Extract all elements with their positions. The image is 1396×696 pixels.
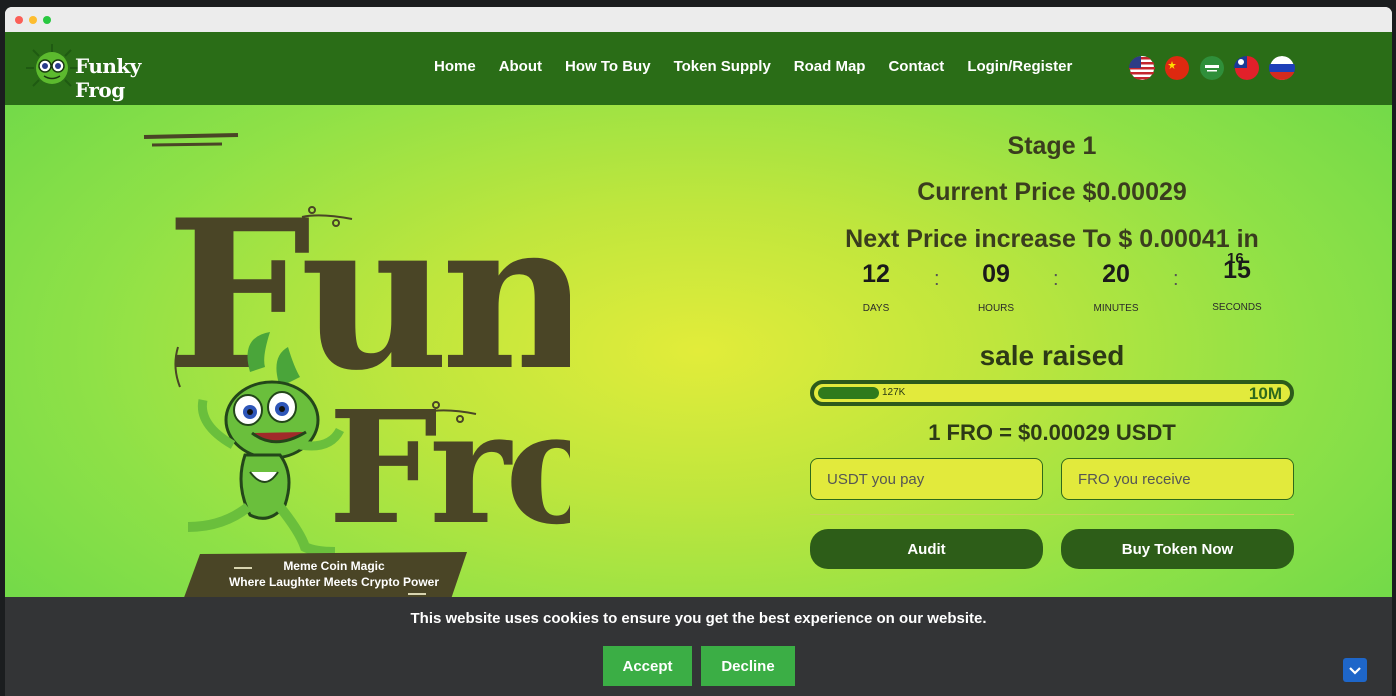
sale-progress-fill (818, 387, 879, 399)
panel-divider (810, 514, 1294, 515)
stage-label: Stage 1 (1007, 132, 1097, 160)
accept-cookies-button[interactable]: Accept (603, 646, 692, 686)
brand-name: Funky Frog (75, 54, 141, 102)
countdown-minutes: 20 MINUTES (1076, 260, 1156, 314)
countdown-seconds: 15 SECONDS (1197, 256, 1277, 313)
raised-amount: 127K (882, 387, 906, 398)
countdown-separator: : (1173, 268, 1179, 290)
target-amount: 10M (1248, 384, 1282, 403)
countdown-days-value: 12 (862, 260, 890, 288)
countdown-separator: : (934, 268, 940, 290)
china-flag-icon[interactable] (1164, 56, 1190, 80)
audit-button[interactable]: Audit (810, 529, 1043, 569)
browser-window: Funky Frog Home About How To Buy Token S… (5, 7, 1392, 696)
nav-token-supply[interactable]: Token Supply (674, 58, 771, 75)
russia-flag-icon[interactable] (1269, 56, 1295, 80)
banner-line-2: Where Laughter Meets Crypto Power (229, 575, 439, 589)
hero-title-frog: Frog (328, 376, 570, 559)
saudi-flag-icon[interactable] (1199, 56, 1225, 80)
us-flag-icon[interactable] (1129, 56, 1155, 80)
main-nav: Home About How To Buy Token Supply Road … (434, 58, 1095, 75)
cookie-message: This website uses cookies to ensure you … (410, 610, 987, 627)
chevron-down-icon (1349, 667, 1361, 675)
buy-token-button[interactable]: Buy Token Now (1061, 529, 1294, 569)
taiwan-flag-icon[interactable] (1234, 56, 1260, 80)
maximize-window-button[interactable] (43, 16, 51, 24)
countdown-seconds-value: 15 (1223, 256, 1251, 284)
nav-about[interactable]: About (499, 58, 542, 75)
presale-actions: Audit Buy Token Now (810, 529, 1294, 569)
countdown-hours-value: 09 (982, 260, 1010, 288)
nav-contact[interactable]: Contact (888, 58, 944, 75)
language-selector (1129, 56, 1295, 80)
nav-login-register[interactable]: Login/Register (967, 58, 1072, 75)
countdown-hours-label: HOURS (977, 303, 1015, 314)
countdown-separator: : (1053, 268, 1059, 290)
presale-panel: Stage 1 Current Price $0.00029 Next Pric… (810, 112, 1294, 569)
sale-progress-bar: 127K 10M (810, 380, 1294, 406)
navbar: Funky Frog Home About How To Buy Token S… (5, 32, 1392, 105)
purchase-inputs (810, 458, 1294, 500)
sale-raised-label: sale raised (979, 340, 1125, 371)
scroll-down-button[interactable] (1343, 658, 1367, 682)
countdown-minutes-value: 20 (1102, 260, 1130, 288)
usdt-pay-input[interactable] (810, 458, 1043, 500)
countdown-hours: 09 HOURS (956, 260, 1036, 314)
nav-home[interactable]: Home (434, 58, 476, 75)
countdown-timer: 12 DAYS : 09 HOURS : 20 MINUTES : 16 15 … (810, 250, 1294, 330)
nav-road-map[interactable]: Road Map (794, 58, 866, 75)
countdown-days-label: DAYS (862, 303, 890, 314)
exchange-rate: 1 FRO = $0.00029 USDT (928, 420, 1176, 445)
fro-receive-input[interactable] (1061, 458, 1294, 500)
next-price-label: Next Price increase To $ 0.00041 in (845, 225, 1259, 253)
decline-cookies-button[interactable]: Decline (701, 646, 795, 686)
minimize-window-button[interactable] (29, 16, 37, 24)
current-price: Current Price $0.00029 (917, 178, 1187, 206)
funky-frog-illustration: Funky Frog (143, 133, 849, 603)
website-page: Funky Frog Home About How To Buy Token S… (5, 32, 1392, 696)
banner-line-1: Meme Coin Magic (283, 559, 385, 573)
countdown-days: 12 DAYS (836, 260, 916, 314)
nav-how-to-buy[interactable]: How To Buy (565, 58, 651, 75)
hero-artwork: Funky Frog (130, 127, 849, 607)
cookie-banner: This website uses cookies to ensure you … (5, 597, 1392, 696)
countdown-seconds-label: SECONDS (1212, 302, 1262, 313)
browser-titlebar (5, 7, 1392, 32)
frog-logo-icon (26, 44, 78, 87)
countdown-minutes-label: MINUTES (1093, 303, 1139, 314)
close-window-button[interactable] (15, 16, 23, 24)
site-logo[interactable]: Funky Frog (23, 42, 163, 102)
